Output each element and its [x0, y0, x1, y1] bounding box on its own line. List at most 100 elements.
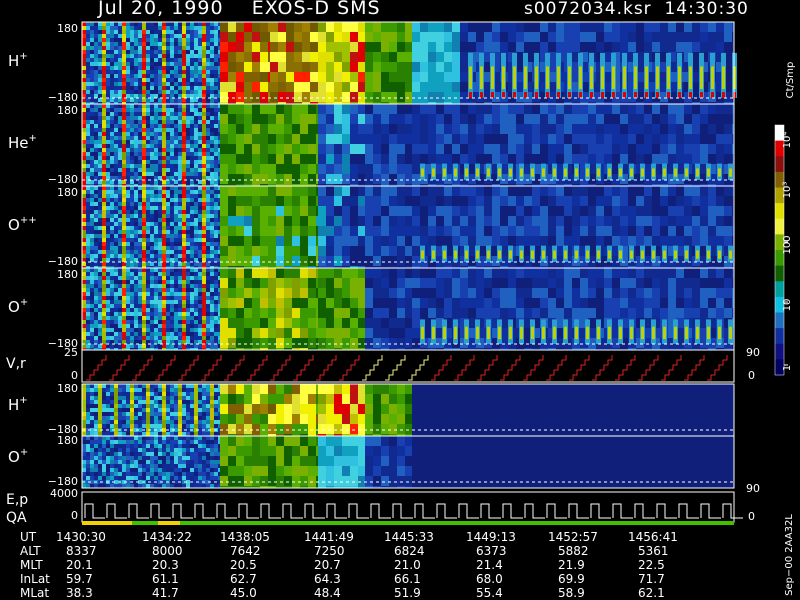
heatmap-cell — [220, 72, 228, 82]
heatmap-cell — [174, 176, 178, 180]
heatmap-cell — [174, 328, 178, 332]
heatmap-cell — [162, 112, 166, 116]
heatmap-cell — [134, 226, 138, 230]
heatmap-cell — [628, 154, 636, 164]
heatmap-cell — [106, 288, 110, 292]
heatmap-cell — [190, 186, 194, 190]
heatmap-cell — [138, 296, 142, 300]
heatmap-cell — [154, 128, 158, 132]
heatmap-cell — [142, 62, 146, 66]
streak-mark — [579, 92, 582, 98]
heatmap-cell — [134, 292, 138, 296]
heatmap-cell — [202, 66, 206, 70]
heatmap-cell — [166, 336, 170, 340]
heatmap-cell — [106, 34, 110, 38]
heatmap-cell — [170, 292, 174, 296]
heatmap-cell — [220, 278, 228, 288]
heatmap-cell — [508, 144, 516, 154]
heatmap-cell — [146, 156, 150, 160]
heatmap-cell — [110, 50, 114, 54]
heatmap-cell — [178, 332, 182, 336]
heatmap-cell — [724, 32, 732, 42]
heatmap-cell — [308, 114, 316, 124]
heatmap-cell — [118, 26, 122, 30]
heatmap-cell — [126, 312, 130, 316]
heatmap-cell — [214, 120, 218, 124]
heatmap-cell — [318, 72, 326, 82]
heatmap-cell — [170, 172, 174, 176]
streak-mark — [542, 168, 545, 177]
heatmap-cell — [98, 144, 102, 148]
heatmap-cell — [334, 22, 342, 32]
heatmap-cell — [334, 134, 342, 144]
heatmap-cell — [182, 94, 186, 98]
heatmap-cell — [636, 134, 644, 144]
heatmap-cell — [86, 194, 90, 198]
heatmap-cell — [174, 94, 178, 98]
heatmap-cell — [373, 104, 381, 114]
heatmap-cell — [202, 234, 206, 238]
heatmap-cell — [236, 124, 244, 134]
heatmap-cell — [118, 186, 122, 190]
heatmap-cell — [106, 116, 110, 120]
heatmap-cell — [126, 344, 130, 348]
heatmap-cell — [86, 296, 90, 300]
heatmap-cell — [350, 206, 358, 216]
heatmap-cell — [278, 62, 286, 72]
heatmap-cell — [106, 172, 110, 176]
heatmap-cell — [202, 226, 206, 230]
heatmap-cell — [318, 22, 326, 32]
heatmap-cell — [126, 280, 130, 284]
heatmap-cell — [154, 284, 158, 288]
heatmap-cell — [500, 216, 508, 226]
heatmap-cell — [122, 54, 126, 58]
heatmap-cell — [468, 256, 476, 266]
heatmap-cell — [154, 144, 158, 148]
heatmap-cell — [476, 22, 484, 32]
heatmap-cell — [198, 86, 202, 90]
heatmap-cell — [134, 180, 138, 184]
heatmap-cell — [102, 30, 106, 34]
heatmap-cell — [86, 54, 90, 58]
streak-mark — [531, 168, 534, 177]
heatmap-cell — [604, 144, 612, 154]
heatmap-cell — [162, 340, 166, 344]
heatmap-cell — [724, 104, 732, 114]
heatmap-cell — [150, 222, 154, 226]
heatmap-cell — [652, 196, 660, 206]
heatmap-cell — [716, 154, 724, 164]
heatmap-cell — [350, 154, 358, 164]
heatmap-cell — [178, 152, 182, 156]
heatmap-cell — [94, 116, 98, 120]
heatmap-cell — [158, 246, 162, 250]
spectrogram-panel-1 — [81, 103, 735, 187]
heatmap-cell — [138, 116, 142, 120]
heatmap-cell — [194, 108, 198, 112]
heatmap-cell — [110, 272, 114, 276]
heatmap-cell — [436, 124, 444, 134]
heatmap-cell — [166, 320, 170, 324]
heatmap-cell — [310, 92, 318, 102]
heatmap-cell — [381, 256, 389, 266]
heatmap-cell — [102, 120, 106, 124]
streak-mark — [718, 250, 721, 259]
heatmap-cell — [146, 320, 150, 324]
heatmap-cell — [150, 82, 154, 86]
heatmap-cell — [548, 186, 556, 196]
heatmap-cell — [381, 154, 389, 164]
heatmap-cell — [206, 62, 210, 66]
heatmap-cell — [142, 280, 146, 284]
heatmap-cell — [142, 234, 146, 238]
streak-mark — [443, 168, 446, 177]
heatmap-cell — [118, 190, 122, 194]
heatmap-cell — [106, 258, 110, 262]
heatmap-cell — [94, 160, 98, 164]
heatmap-cell — [126, 38, 130, 42]
heatmap-cell — [82, 22, 86, 26]
heatmap-cell — [373, 124, 381, 134]
heatmap-cell — [170, 332, 174, 336]
heatmap-cell — [118, 108, 122, 112]
heatmap-cell — [500, 196, 508, 206]
heatmap-cell — [86, 26, 90, 30]
heatmap-cell — [556, 196, 564, 206]
